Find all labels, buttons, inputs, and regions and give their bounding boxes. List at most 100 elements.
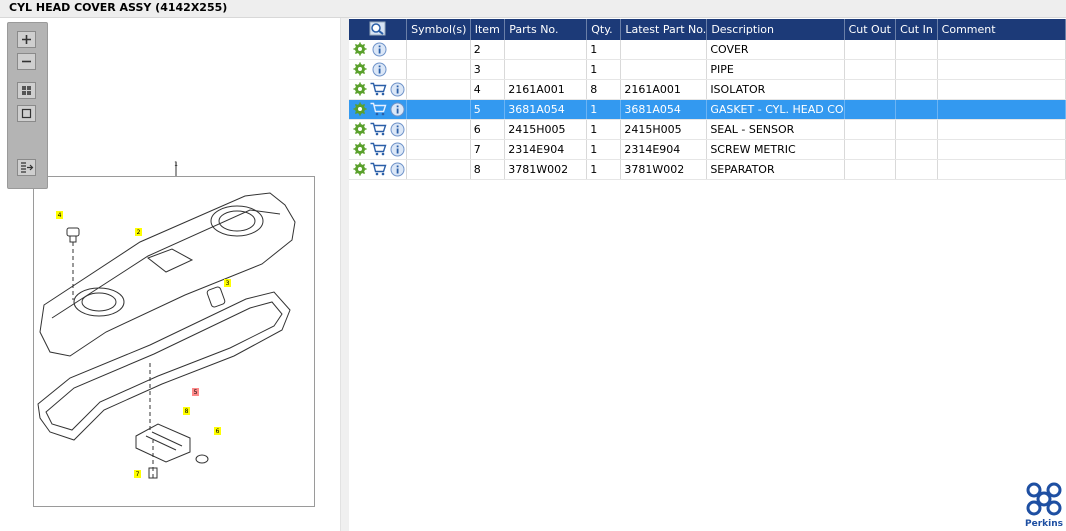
info-icon[interactable]	[390, 142, 405, 157]
cart-icon[interactable]	[370, 122, 387, 136]
cell-qty: 1	[586, 99, 622, 120]
separator-bracket	[135, 423, 191, 463]
gear-icon[interactable]	[353, 142, 367, 156]
cell-cut-in	[895, 159, 938, 180]
callout-5: 5	[194, 389, 198, 396]
table-row[interactable]: 3 1 PIPE	[349, 59, 1066, 80]
gear-icon[interactable]	[353, 62, 367, 76]
row-action-icons	[349, 139, 408, 160]
cell-item: 2	[470, 40, 506, 60]
cell-latest-part-no: 2161A001	[620, 79, 708, 100]
cell-cut-in	[895, 99, 938, 120]
cell-cut-in	[895, 139, 938, 160]
cell-parts-no: 2314E904	[504, 139, 588, 160]
cell-latest-part-no: 3781W002	[620, 159, 708, 180]
cell-parts-no: 3781W002	[504, 159, 588, 180]
search-column-header[interactable]	[349, 19, 408, 40]
actual-size-button[interactable]	[17, 105, 36, 122]
callout-1: 1	[174, 161, 178, 168]
fit-all-button[interactable]	[17, 82, 36, 99]
table-header-row: Symbol(s) Item Parts No. Qty. Latest Par…	[349, 19, 1066, 40]
gear-icon[interactable]	[353, 102, 367, 116]
cell-symbols	[406, 99, 471, 120]
cell-parts-no: 2161A001	[504, 79, 588, 100]
sensor-pipe	[206, 286, 226, 308]
cell-cut-in	[895, 59, 938, 80]
cell-item: 3	[470, 59, 506, 80]
table-row[interactable]: 8 3781W002 1 3781W002 SEPARATOR	[349, 159, 1066, 180]
row-action-icons	[349, 79, 408, 100]
callout-8: 8	[185, 408, 189, 415]
cell-cut-out	[844, 159, 897, 180]
exploded-view-drawing[interactable]: 1 2 3 4 5 6 7 8	[0, 0, 340, 531]
table-row[interactable]: 5 3681A054 1 3681A054 GASKET - CYL. HEAD CO	[349, 99, 1066, 120]
info-icon[interactable]	[372, 62, 387, 77]
cell-comment	[937, 99, 1066, 120]
cell-comment	[937, 159, 1066, 180]
cell-description: SEPARATOR	[706, 159, 845, 180]
cell-latest-part-no	[620, 40, 708, 60]
cover-edge	[51, 209, 281, 319]
gear-icon[interactable]	[353, 162, 367, 176]
row-action-icons	[349, 99, 408, 120]
cart-icon[interactable]	[370, 162, 387, 176]
cell-latest-part-no: 2415H005	[620, 119, 708, 140]
column-header-symbols[interactable]: Symbol(s)	[406, 19, 471, 40]
cell-item: 5	[470, 99, 506, 120]
cover-body	[39, 192, 296, 357]
zoom-in-button[interactable]	[17, 31, 36, 48]
gear-icon[interactable]	[353, 122, 367, 136]
cart-icon[interactable]	[370, 82, 387, 96]
cart-icon[interactable]	[370, 102, 387, 116]
cell-item: 6	[470, 119, 506, 140]
info-icon[interactable]	[372, 42, 387, 57]
brand-name: Perkins	[1025, 519, 1063, 529]
table-row[interactable]: 6 2415H005 1 2415H005 SEAL - SENSOR	[349, 119, 1066, 140]
column-header-item[interactable]: Item	[470, 19, 506, 40]
parts-table: Symbol(s) Item Parts No. Qty. Latest Par…	[349, 19, 1066, 180]
cell-symbols	[406, 59, 471, 80]
gear-icon[interactable]	[353, 82, 367, 96]
column-header-cut-out[interactable]: Cut Out	[844, 19, 897, 40]
cell-cut-in	[895, 119, 938, 140]
info-icon[interactable]	[390, 162, 405, 177]
info-icon[interactable]	[390, 82, 405, 97]
column-header-parts-no[interactable]: Parts No.	[504, 19, 588, 40]
cell-qty: 1	[586, 159, 622, 180]
cell-cut-out	[844, 139, 897, 160]
perkins-logo: Perkins	[1024, 481, 1064, 529]
column-header-comment[interactable]: Comment	[937, 19, 1066, 40]
cell-description: SEAL - SENSOR	[706, 119, 845, 140]
cell-parts-no	[504, 40, 588, 60]
column-header-description[interactable]: Description	[706, 19, 845, 40]
cell-latest-part-no: 3681A054	[620, 99, 708, 120]
callout-3: 3	[226, 280, 230, 287]
table-row[interactable]: 4 2161A001 8 2161A001 ISOLATOR	[349, 79, 1066, 100]
cell-item: 8	[470, 159, 506, 180]
cell-symbols	[406, 159, 471, 180]
cell-parts-no: 2415H005	[504, 119, 588, 140]
cell-comment	[937, 40, 1066, 60]
cell-description: SCREW METRIC	[706, 139, 845, 160]
column-header-cut-in[interactable]: Cut In	[895, 19, 938, 40]
export-list-button[interactable]	[17, 159, 36, 176]
table-row[interactable]: 2 1 COVER	[349, 40, 1066, 60]
zoom-out-button[interactable]	[17, 53, 36, 70]
callout-4: 4	[58, 212, 62, 219]
cart-icon[interactable]	[370, 142, 387, 156]
column-header-qty[interactable]: Qty.	[586, 19, 622, 40]
info-icon[interactable]	[390, 122, 405, 137]
cell-item: 7	[470, 139, 506, 160]
cell-symbols	[406, 139, 471, 160]
cell-comment	[937, 119, 1066, 140]
column-header-latest-part-no[interactable]: Latest Part No.	[620, 19, 708, 40]
cell-latest-part-no	[620, 59, 708, 80]
gear-icon[interactable]	[353, 42, 367, 56]
row-action-icons	[349, 40, 408, 60]
info-icon[interactable]	[390, 102, 405, 117]
callout-2: 2	[137, 229, 141, 236]
table-row[interactable]: 7 2314E904 1 2314E904 SCREW METRIC	[349, 139, 1066, 160]
row-action-icons	[349, 159, 408, 180]
seal-ring	[195, 454, 209, 464]
cell-cut-out	[844, 99, 897, 120]
